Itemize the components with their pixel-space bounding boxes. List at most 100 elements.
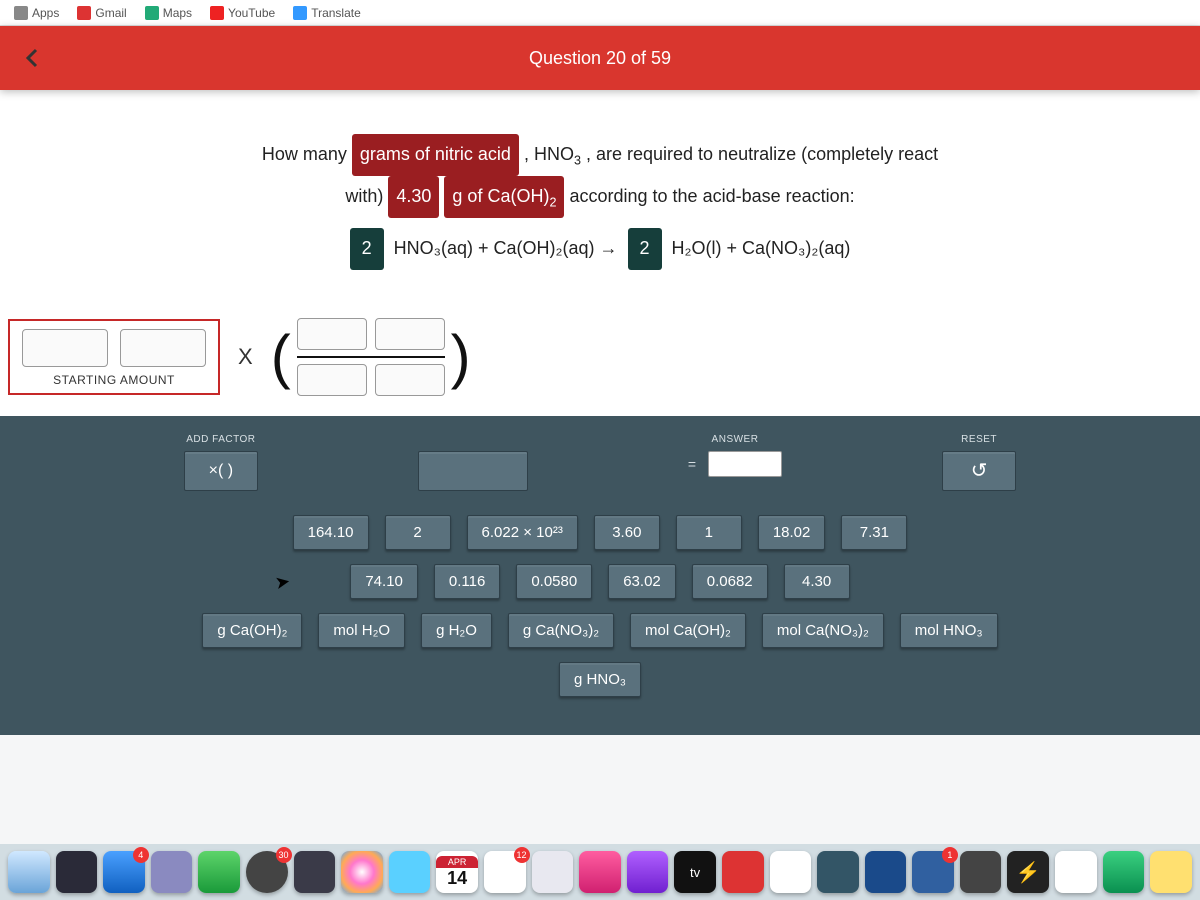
bluetooth-icon[interactable]: ⚡ (1007, 851, 1049, 893)
app-icon[interactable] (722, 851, 764, 893)
question-content: How many grams of nitric acid , HNO3 , a… (0, 90, 1200, 306)
badge-icon: 12 (514, 847, 530, 863)
numer-value-slot[interactable] (297, 318, 367, 350)
app-icon[interactable]: 1 (912, 851, 954, 893)
app-icon[interactable] (151, 851, 193, 893)
tile[interactable]: 1 (676, 515, 742, 550)
tile[interactable]: g HNO₃ (559, 662, 641, 697)
bookmark-youtube[interactable]: YouTube (210, 6, 275, 20)
tiles-row-1: 164.10 2 6.022 × 10²³ 3.60 1 18.02 7.31 (18, 515, 1182, 550)
add-factor-tool[interactable]: ADD FACTOR ×( ) (184, 434, 258, 491)
denom-value-slot[interactable] (297, 364, 367, 396)
reset-button[interactable]: ↺ (942, 451, 1016, 491)
starting-value-slot[interactable] (22, 329, 108, 367)
work-area: STARTING AMOUNT X ( ) (0, 306, 1200, 416)
back-button[interactable] (0, 26, 66, 90)
starting-unit-slot[interactable] (120, 329, 206, 367)
tile[interactable]: 74.10 (350, 564, 418, 599)
tile[interactable]: 7.31 (841, 515, 907, 550)
app-icon[interactable]: 30 (246, 851, 288, 893)
maps-icon (145, 6, 159, 20)
add-factor-button[interactable]: ×( ) (184, 451, 258, 491)
tile[interactable]: 0.0682 (692, 564, 768, 599)
starting-amount-group[interactable]: STARTING AMOUNT (8, 319, 220, 395)
messages-icon[interactable] (198, 851, 240, 893)
conversion-factor: ( ) (271, 318, 471, 396)
answer-tool[interactable]: ANSWER = (688, 434, 782, 491)
bookmark-maps[interactable]: Maps (145, 6, 192, 20)
tile[interactable]: mol Ca(OH)₂ (630, 613, 746, 648)
tile[interactable]: 6.022 × 10²³ (467, 515, 578, 550)
blank-tool (418, 434, 528, 491)
facetime-icon[interactable] (1103, 851, 1145, 893)
launchpad-icon[interactable] (56, 851, 98, 893)
fraction-bar (297, 356, 445, 358)
app-icon[interactable] (389, 851, 431, 893)
denom-unit-slot[interactable] (375, 364, 445, 396)
app-icon[interactable] (532, 851, 574, 893)
chrome-icon[interactable] (1055, 851, 1097, 893)
tile[interactable]: g Ca(OH)₂ (202, 613, 302, 648)
equals-sign: = (688, 456, 696, 472)
chip-grams-nitric: grams of nitric acid (352, 134, 519, 176)
question-counter: Question 20 of 59 (529, 48, 671, 69)
translate-icon (293, 6, 307, 20)
tile[interactable]: 0.116 (434, 564, 500, 599)
safari-icon[interactable]: 4 (103, 851, 145, 893)
tile[interactable]: 2 (385, 515, 451, 550)
tile[interactable]: mol Ca(NO₃)₂ (762, 613, 884, 648)
numer-unit-slot[interactable] (375, 318, 445, 350)
bookmark-apps[interactable]: Apps (14, 6, 59, 20)
tile[interactable]: 63.02 (608, 564, 676, 599)
notes-icon[interactable] (1150, 851, 1192, 893)
coefficient-2: 2 (628, 228, 662, 270)
tiles-row-4: g HNO₃ (18, 662, 1182, 697)
bookmark-gmail[interactable]: Gmail (77, 6, 126, 20)
equation-text: H₂O(l) + Ca(NO₃)₂(aq) (672, 238, 851, 258)
chip-mass: 4.30 (388, 176, 439, 218)
equation-text: HNO₃(aq) + Ca(OH)₂(aq) → (394, 238, 618, 258)
bookmark-translate[interactable]: Translate (293, 6, 361, 20)
blank-box[interactable] (418, 451, 528, 491)
tile[interactable]: 18.02 (758, 515, 826, 550)
tile[interactable]: 0.0580 (516, 564, 592, 599)
reminders-icon[interactable]: 12 (484, 851, 526, 893)
chip-unit: g of Ca(OH)2 (444, 176, 564, 218)
tile[interactable]: 164.10 (293, 515, 369, 550)
app-icon[interactable] (865, 851, 907, 893)
tile[interactable]: 4.30 (784, 564, 850, 599)
badge-icon: 30 (276, 847, 292, 863)
answer-label: ANSWER (712, 434, 759, 445)
answer-slot[interactable] (708, 451, 782, 477)
text: , HNO (524, 144, 574, 164)
text: How many (262, 144, 352, 164)
app-icon[interactable] (817, 851, 859, 893)
tile[interactable]: g H₂O (421, 613, 492, 648)
tile[interactable]: g Ca(NO₃)₂ (508, 613, 614, 648)
multiply-symbol: X (238, 344, 253, 370)
app-icon[interactable] (294, 851, 336, 893)
header-bar: Question 20 of 59 (0, 26, 1200, 90)
badge-icon: 4 (133, 847, 149, 863)
bookmarks-bar: Apps Gmail Maps YouTube Translate (0, 0, 1200, 26)
podcasts-icon[interactable] (627, 851, 669, 893)
coefficient-1: 2 (350, 228, 384, 270)
reset-tool[interactable]: RESET ↺ (942, 434, 1016, 491)
settings-icon[interactable] (960, 851, 1002, 893)
music-icon[interactable] (579, 851, 621, 893)
text: according to the acid-base reaction: (569, 186, 854, 206)
finder-icon[interactable] (8, 851, 50, 893)
grid-icon (14, 6, 28, 20)
photos-icon[interactable] (341, 851, 383, 893)
answer-panel: ADD FACTOR ×( ) ANSWER = RESET ↺ 164.10 … (0, 416, 1200, 735)
tiles-row-2: 74.10 0.116 0.0580 63.02 0.0682 4.30 (18, 564, 1182, 599)
calendar-icon[interactable]: APR14 (436, 851, 478, 893)
app-icon[interactable] (770, 851, 812, 893)
add-factor-label: ADD FACTOR (186, 434, 255, 445)
tiles-row-3: g Ca(OH)₂ mol H₂O g H₂O g Ca(NO₃)₂ mol C… (18, 613, 1182, 648)
tv-icon[interactable]: tv (674, 851, 716, 893)
tile[interactable]: 3.60 (594, 515, 660, 550)
tile[interactable]: mol HNO₃ (900, 613, 998, 648)
tile[interactable]: mol H₂O (318, 613, 405, 648)
reset-label: RESET (961, 434, 997, 445)
